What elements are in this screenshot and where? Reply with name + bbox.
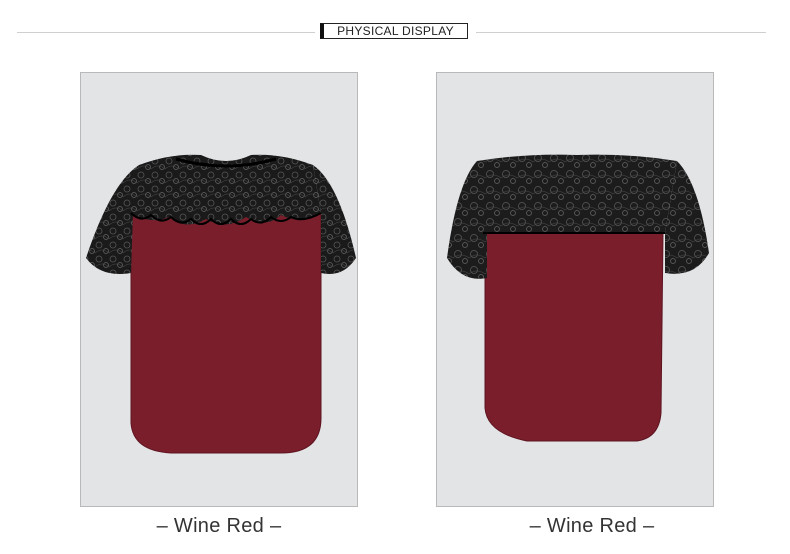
back-shirt-image <box>447 154 709 442</box>
color-caption-back: – Wine Red – <box>529 515 655 537</box>
product-photo-front <box>80 72 358 507</box>
header-divider-left <box>17 32 315 33</box>
header-divider-right <box>476 32 766 33</box>
front-shirt-image <box>86 154 356 454</box>
color-caption-front: – Wine Red – <box>156 515 282 537</box>
section-title: PHYSICAL DISPLAY <box>337 24 454 38</box>
product-photo-back <box>436 72 714 507</box>
section-header: PHYSICAL DISPLAY <box>320 23 468 39</box>
